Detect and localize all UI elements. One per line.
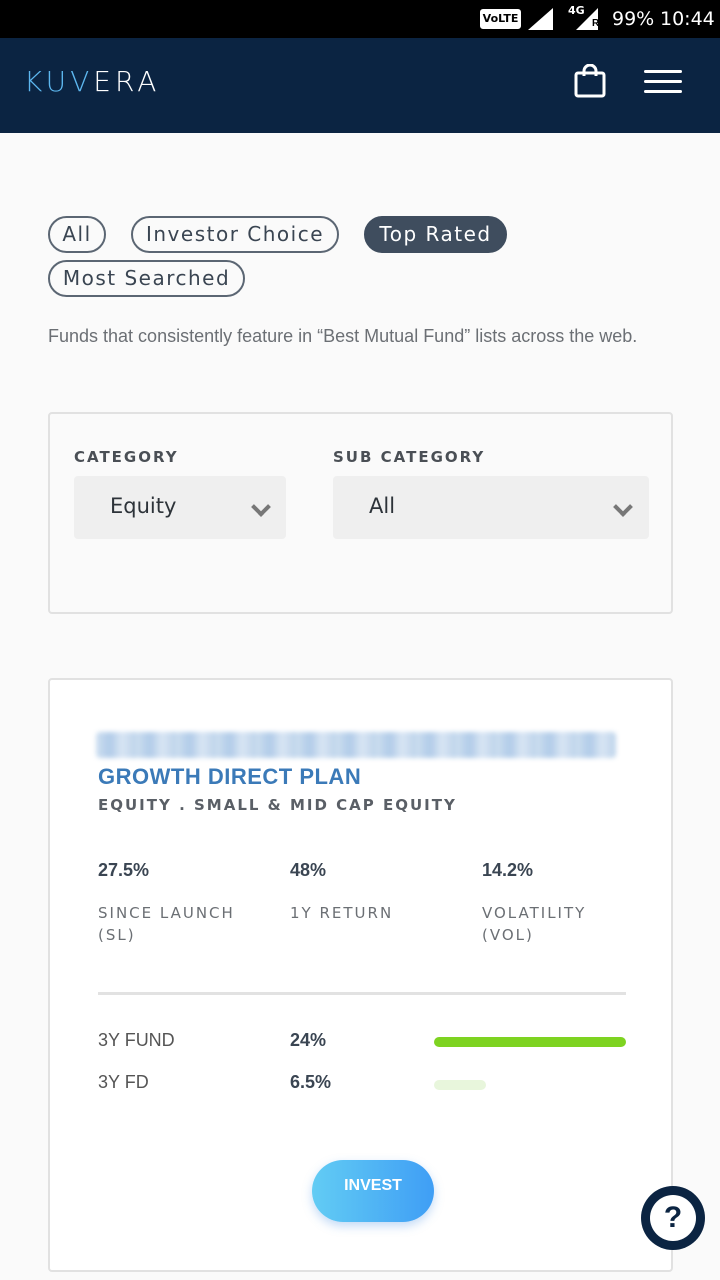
logo-text-part1: KUV: [24, 65, 94, 98]
help-question-icon: ?: [650, 1195, 696, 1241]
roaming-indicator: R: [592, 18, 600, 29]
signal-icon: [528, 8, 553, 30]
three-year-fd-value: 6.5%: [290, 1072, 332, 1092]
kuvera-logo[interactable]: KUVERA: [24, 65, 160, 98]
invest-button[interactable]: INVEST: [312, 1160, 434, 1222]
since-launch-label: SINCE LAUNCH (SL): [98, 904, 235, 944]
chip-investor-choice[interactable]: Investor Choice: [131, 216, 339, 253]
status-bar: VoLTE 4G R 99% 10:44: [0, 0, 720, 38]
volatility-value: 14.2%: [482, 860, 534, 880]
three-year-fund-bar-fill: [434, 1037, 626, 1047]
volatility-label: VOLATILITY (VOL): [482, 904, 587, 944]
app-header: KUVERA: [0, 38, 720, 133]
shopping-bag-icon[interactable]: [574, 63, 606, 98]
hamburger-menu-icon[interactable]: [644, 68, 682, 96]
subcategory-select[interactable]: All: [333, 476, 649, 539]
clock: 10:44: [660, 8, 715, 30]
chevron-down-icon: [613, 497, 633, 517]
filter-description: Funds that consistently feature in “Best…: [48, 326, 638, 346]
three-year-fd-bar: [434, 1080, 626, 1090]
chip-top-rated[interactable]: Top Rated: [364, 216, 507, 253]
volte-indicator: VoLTE: [480, 9, 521, 29]
fund-title[interactable]: GROWTH DIRECT PLAN: [98, 764, 361, 790]
category-label: CATEGORY: [74, 448, 179, 466]
since-launch-value: 27.5%: [98, 860, 150, 880]
three-year-fund-value: 24%: [290, 1030, 327, 1050]
one-year-return-value: 48%: [290, 860, 327, 880]
one-year-return-label: 1Y RETURN: [290, 904, 394, 922]
category-filter-card: CATEGORY Equity SUB CATEGORY All: [48, 412, 673, 614]
category-select[interactable]: Equity: [74, 476, 286, 539]
help-button[interactable]: ?: [641, 1186, 705, 1250]
divider: [98, 992, 626, 995]
fund-card[interactable]: GROWTH DIRECT PLAN EQUITY . SMALL & MID …: [48, 678, 673, 1272]
fund-category: EQUITY . SMALL & MID CAP EQUITY: [98, 796, 457, 814]
chevron-down-icon: [251, 497, 271, 517]
blurred-fund-name: [96, 732, 616, 758]
subcategory-label: SUB CATEGORY: [333, 448, 486, 466]
three-year-fd-label: 3Y FD: [98, 1072, 149, 1092]
chip-most-searched[interactable]: Most Searched: [48, 260, 245, 297]
three-year-fd-bar-fill: [434, 1080, 486, 1090]
chip-all[interactable]: All: [48, 216, 106, 253]
battery-level: 99%: [612, 8, 655, 30]
logo-text-part2: ERA: [93, 65, 161, 98]
subcategory-value: All: [369, 494, 396, 518]
three-year-fund-label: 3Y FUND: [98, 1030, 175, 1050]
category-value: Equity: [110, 494, 177, 518]
three-year-fund-bar: [434, 1037, 626, 1047]
